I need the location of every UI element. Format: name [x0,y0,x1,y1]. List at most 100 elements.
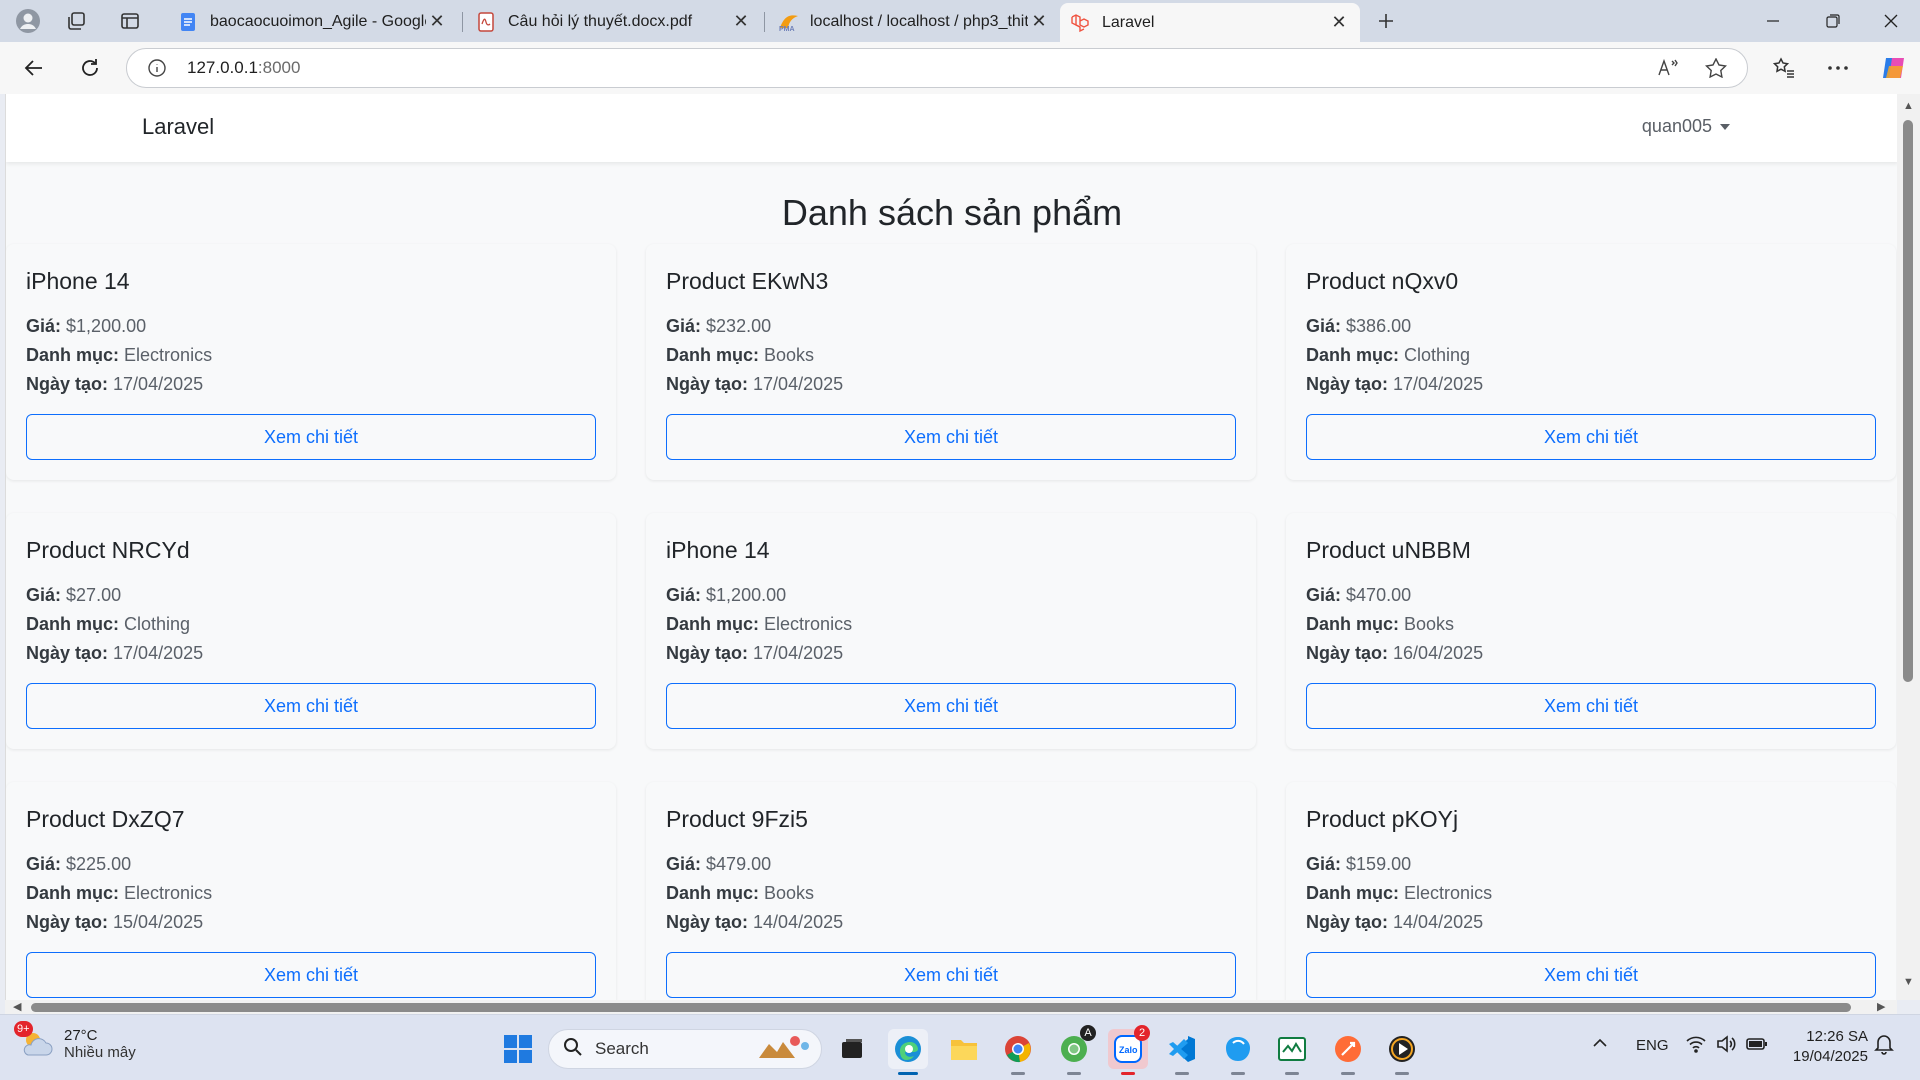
category-label: Danh mục: [1306,345,1400,365]
new-tab-icon[interactable] [1368,6,1404,36]
page-viewport: Laravel quan005 Danh sách sản phẩm iPhon… [5,94,1897,1000]
product-name: Product DxZQ7 [26,806,185,832]
chrome-icon[interactable] [998,1029,1038,1075]
scroll-left-icon[interactable]: ◀ [13,1000,21,1013]
navbar-brand[interactable]: Laravel [142,114,214,140]
address-bar[interactable]: 127.0.0.1:8000 [126,48,1748,88]
chevron-up-icon[interactable] [1592,1035,1608,1055]
view-detail-button[interactable]: Xem chi tiết [26,952,596,998]
media-player-icon[interactable] [1382,1029,1422,1075]
close-icon[interactable]: ✕ [730,11,752,33]
language-indicator[interactable]: ENG [1636,1037,1669,1054]
product-name: Product pKOYj [1306,806,1459,832]
product-created-row: Ngày tạo: 14/04/2025 [1306,912,1483,933]
favorites-icon[interactable] [1766,50,1802,86]
view-detail-button[interactable]: Xem chi tiết [26,683,596,729]
restore-icon[interactable] [1804,0,1862,42]
tab-google-docs[interactable]: baocaocuoimon_Agile - Google T ✕ [168,4,458,39]
product-price-row: Giá: $159.00 [1306,854,1411,875]
close-icon[interactable]: ✕ [1328,12,1350,34]
created-label: Ngày tạo: [666,912,749,932]
view-detail-button[interactable]: Xem chi tiết [1306,952,1876,998]
tab-phpmyadmin[interactable]: PMA localhost / localhost / php3_thith ✕ [768,4,1060,39]
user-dropdown[interactable]: quan005 [1642,116,1730,137]
product-category-row: Danh mục: Books [1306,614,1454,635]
tab-laravel[interactable]: Laravel ✕ [1060,3,1360,42]
svg-text:Zalo: Zalo [1119,1045,1138,1055]
minimize-icon[interactable] [1744,0,1802,42]
reload-icon[interactable] [72,50,108,86]
created-label: Ngày tạo: [26,912,109,932]
product-price: $232.00 [706,316,772,336]
close-icon[interactable]: ✕ [426,11,448,33]
horizontal-scroll-thumb[interactable] [31,1003,1851,1012]
product-card: Product 9Fzi5 Giá: $479.00 Danh mục: Boo… [646,782,1256,1000]
tab-title: baocaocuoimon_Agile - Google T [210,12,426,30]
category-label: Danh mục: [1306,614,1400,634]
tab-title: localhost / localhost / php3_thith [810,12,1028,30]
battery-icon[interactable] [1746,1035,1768,1057]
navbar: Laravel quan005 [6,94,1897,162]
app-blue-icon[interactable] [1218,1029,1258,1075]
site-info-icon[interactable] [147,58,167,83]
product-name: Product uNBBM [1306,537,1471,563]
chrome-profile-icon[interactable]: A [1054,1025,1096,1075]
file-explorer-icon[interactable] [944,1029,984,1069]
tab-actions-icon[interactable] [112,6,148,36]
read-aloud-icon[interactable] [1657,58,1679,83]
volume-icon[interactable] [1716,1035,1736,1057]
view-detail-button[interactable]: Xem chi tiết [666,683,1236,729]
product-created-row: Ngày tạo: 17/04/2025 [26,643,203,664]
postman-icon[interactable] [1328,1029,1368,1075]
product-card: Product NRCYd Giá: $27.00 Danh mục: Clot… [6,513,616,749]
view-detail-button[interactable]: Xem chi tiết [666,414,1236,460]
running-indicator [1175,1072,1189,1075]
scroll-up-icon[interactable]: ▲ [1903,100,1914,112]
system-clock[interactable]: 12:26 SA 19/04/2025 [1793,1027,1868,1067]
favorite-star-icon[interactable] [1704,57,1728,83]
vscode-icon[interactable] [1162,1029,1202,1075]
scroll-down-icon[interactable]: ▼ [1903,976,1914,988]
view-detail-button[interactable]: Xem chi tiết [1306,683,1876,729]
weather-widget[interactable]: 9+ 27°C Nhiều mây [14,1021,136,1061]
tab-pdf[interactable]: Câu hỏi lý thuyết.docx.pdf ✕ [466,4,762,39]
task-view-icon[interactable] [832,1029,872,1069]
taskbar-search[interactable]: Search [548,1029,822,1069]
view-detail-button[interactable]: Xem chi tiết [1306,414,1876,460]
view-detail-button[interactable]: Xem chi tiết [26,414,596,460]
vertical-scrollbar[interactable]: ▲ ▼ [1897,94,1920,1000]
product-price: $1,200.00 [706,585,787,605]
more-options-icon[interactable] [1820,50,1856,86]
workspaces-icon[interactable] [58,6,94,36]
zalo-icon[interactable]: Zalo 2 [1108,1025,1150,1075]
product-created-row: Ngày tạo: 14/04/2025 [666,912,843,933]
created-label: Ngày tạo: [1306,374,1389,394]
category-label: Danh mục: [666,345,760,365]
task-manager-icon[interactable] [1272,1029,1312,1075]
product-created: 14/04/2025 [753,912,844,932]
product-name: Product EKwN3 [666,268,829,294]
price-label: Giá: [1306,854,1342,874]
wifi-icon[interactable] [1686,1035,1706,1057]
vertical-scroll-thumb[interactable] [1903,120,1913,682]
product-category-row: Danh mục: Clothing [1306,345,1470,366]
back-icon[interactable] [16,50,52,86]
tab-separator [462,12,463,32]
view-detail-button[interactable]: Xem chi tiết [666,952,1236,998]
scroll-right-icon[interactable]: ▶ [1877,1000,1885,1013]
close-window-icon[interactable] [1862,0,1920,42]
notifications-icon[interactable] [1874,1033,1894,1059]
profile-icon[interactable] [10,6,46,36]
running-indicator [1121,1072,1135,1075]
user-name: quan005 [1641,116,1712,136]
product-category: Electronics [1404,883,1493,903]
product-card: iPhone 14 Giá: $1,200.00 Danh mục: Elect… [6,244,616,480]
edge-taskbar-icon[interactable] [888,1029,928,1075]
product-created: 17/04/2025 [753,374,844,394]
product-category: Books [1404,614,1455,634]
close-icon[interactable]: ✕ [1028,11,1050,33]
horizontal-scrollbar[interactable]: ◀ ▶ [5,1000,1897,1014]
copilot-icon[interactable] [1876,50,1912,86]
zalo-notification-badge: 2 [1134,1025,1150,1041]
windows-start-icon[interactable] [498,1029,538,1069]
